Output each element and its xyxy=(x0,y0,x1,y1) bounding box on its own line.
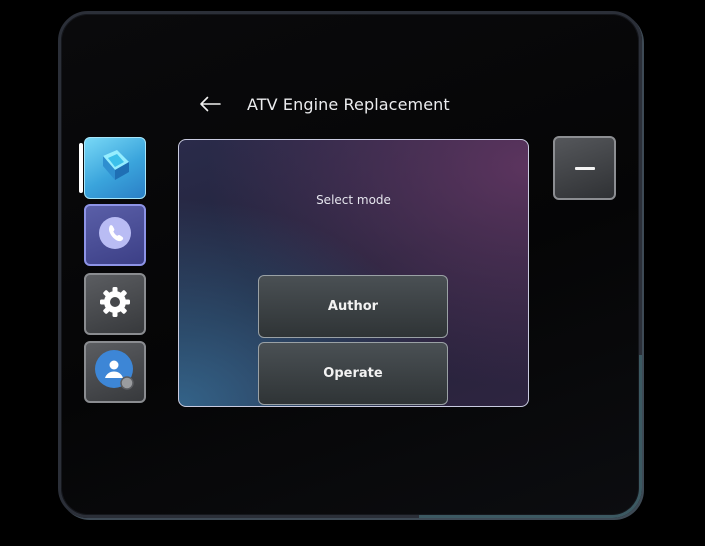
guides-app-icon xyxy=(95,146,135,190)
header: ATV Engine Replacement xyxy=(196,90,450,118)
phone-call-icon xyxy=(97,215,133,255)
author-button[interactable]: Author xyxy=(258,275,448,338)
person-icon xyxy=(93,348,137,396)
active-indicator xyxy=(79,143,83,193)
minimize-button[interactable] xyxy=(553,136,616,200)
dialog-prompt: Select mode xyxy=(316,193,391,207)
sidebar-item-call[interactable] xyxy=(84,204,146,266)
page-title: ATV Engine Replacement xyxy=(247,94,450,114)
mode-dialog: Select mode Author Operate xyxy=(178,139,529,407)
sidebar-item-settings[interactable] xyxy=(84,273,146,335)
minimize-icon xyxy=(574,166,595,170)
sidebar-item-app[interactable] xyxy=(84,137,146,199)
operate-button[interactable]: Operate xyxy=(258,342,448,405)
arrow-left-icon-glyph xyxy=(200,96,221,112)
gear-icon xyxy=(98,285,132,323)
arrow-left-icon[interactable] xyxy=(196,90,224,118)
sidebar-item-profile[interactable] xyxy=(84,341,146,403)
